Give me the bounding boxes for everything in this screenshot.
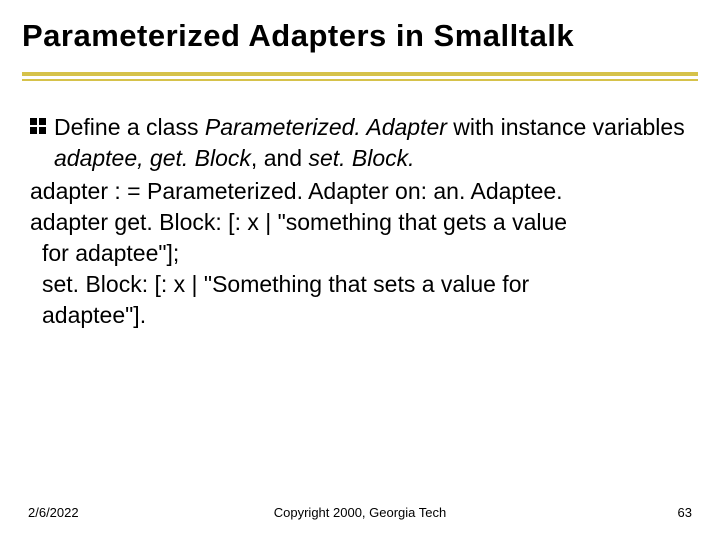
slide-footer: 2/6/2022 Copyright 2000, Georgia Tech 63	[0, 505, 720, 520]
code-line-2a: adapter get. Block: [: x | "something th…	[30, 207, 698, 238]
t-em2: adaptee, get. Block	[54, 145, 251, 171]
code-line-1: adapter : = Parameterized. Adapter on: a…	[30, 176, 698, 207]
footer-page: 63	[678, 505, 692, 520]
slide: Parameterized Adapters in Smalltalk Defi…	[0, 0, 720, 540]
t-em3: set. Block.	[308, 145, 414, 171]
bullet-item: Define a class Parameterized. Adapter wi…	[30, 112, 698, 174]
t-pre: Define a class	[54, 114, 205, 140]
title-underline	[22, 72, 698, 84]
code-line-3b: adaptee"].	[30, 300, 698, 331]
slide-body: Define a class Parameterized. Adapter wi…	[22, 112, 698, 331]
footer-copyright: Copyright 2000, Georgia Tech	[274, 505, 446, 520]
bullet-text: Define a class Parameterized. Adapter wi…	[54, 112, 698, 174]
t-mid1: with instance variables	[447, 114, 685, 140]
t-mid2: , and	[251, 145, 309, 171]
t-em1: Parameterized. Adapter	[205, 114, 447, 140]
slide-title: Parameterized Adapters in Smalltalk	[22, 18, 698, 54]
footer-date: 2/6/2022	[28, 505, 79, 520]
bullet-icon	[30, 118, 48, 136]
code-line-3a: set. Block: [: x | "Something that sets …	[30, 269, 698, 300]
code-line-2b: for adaptee"];	[30, 238, 698, 269]
